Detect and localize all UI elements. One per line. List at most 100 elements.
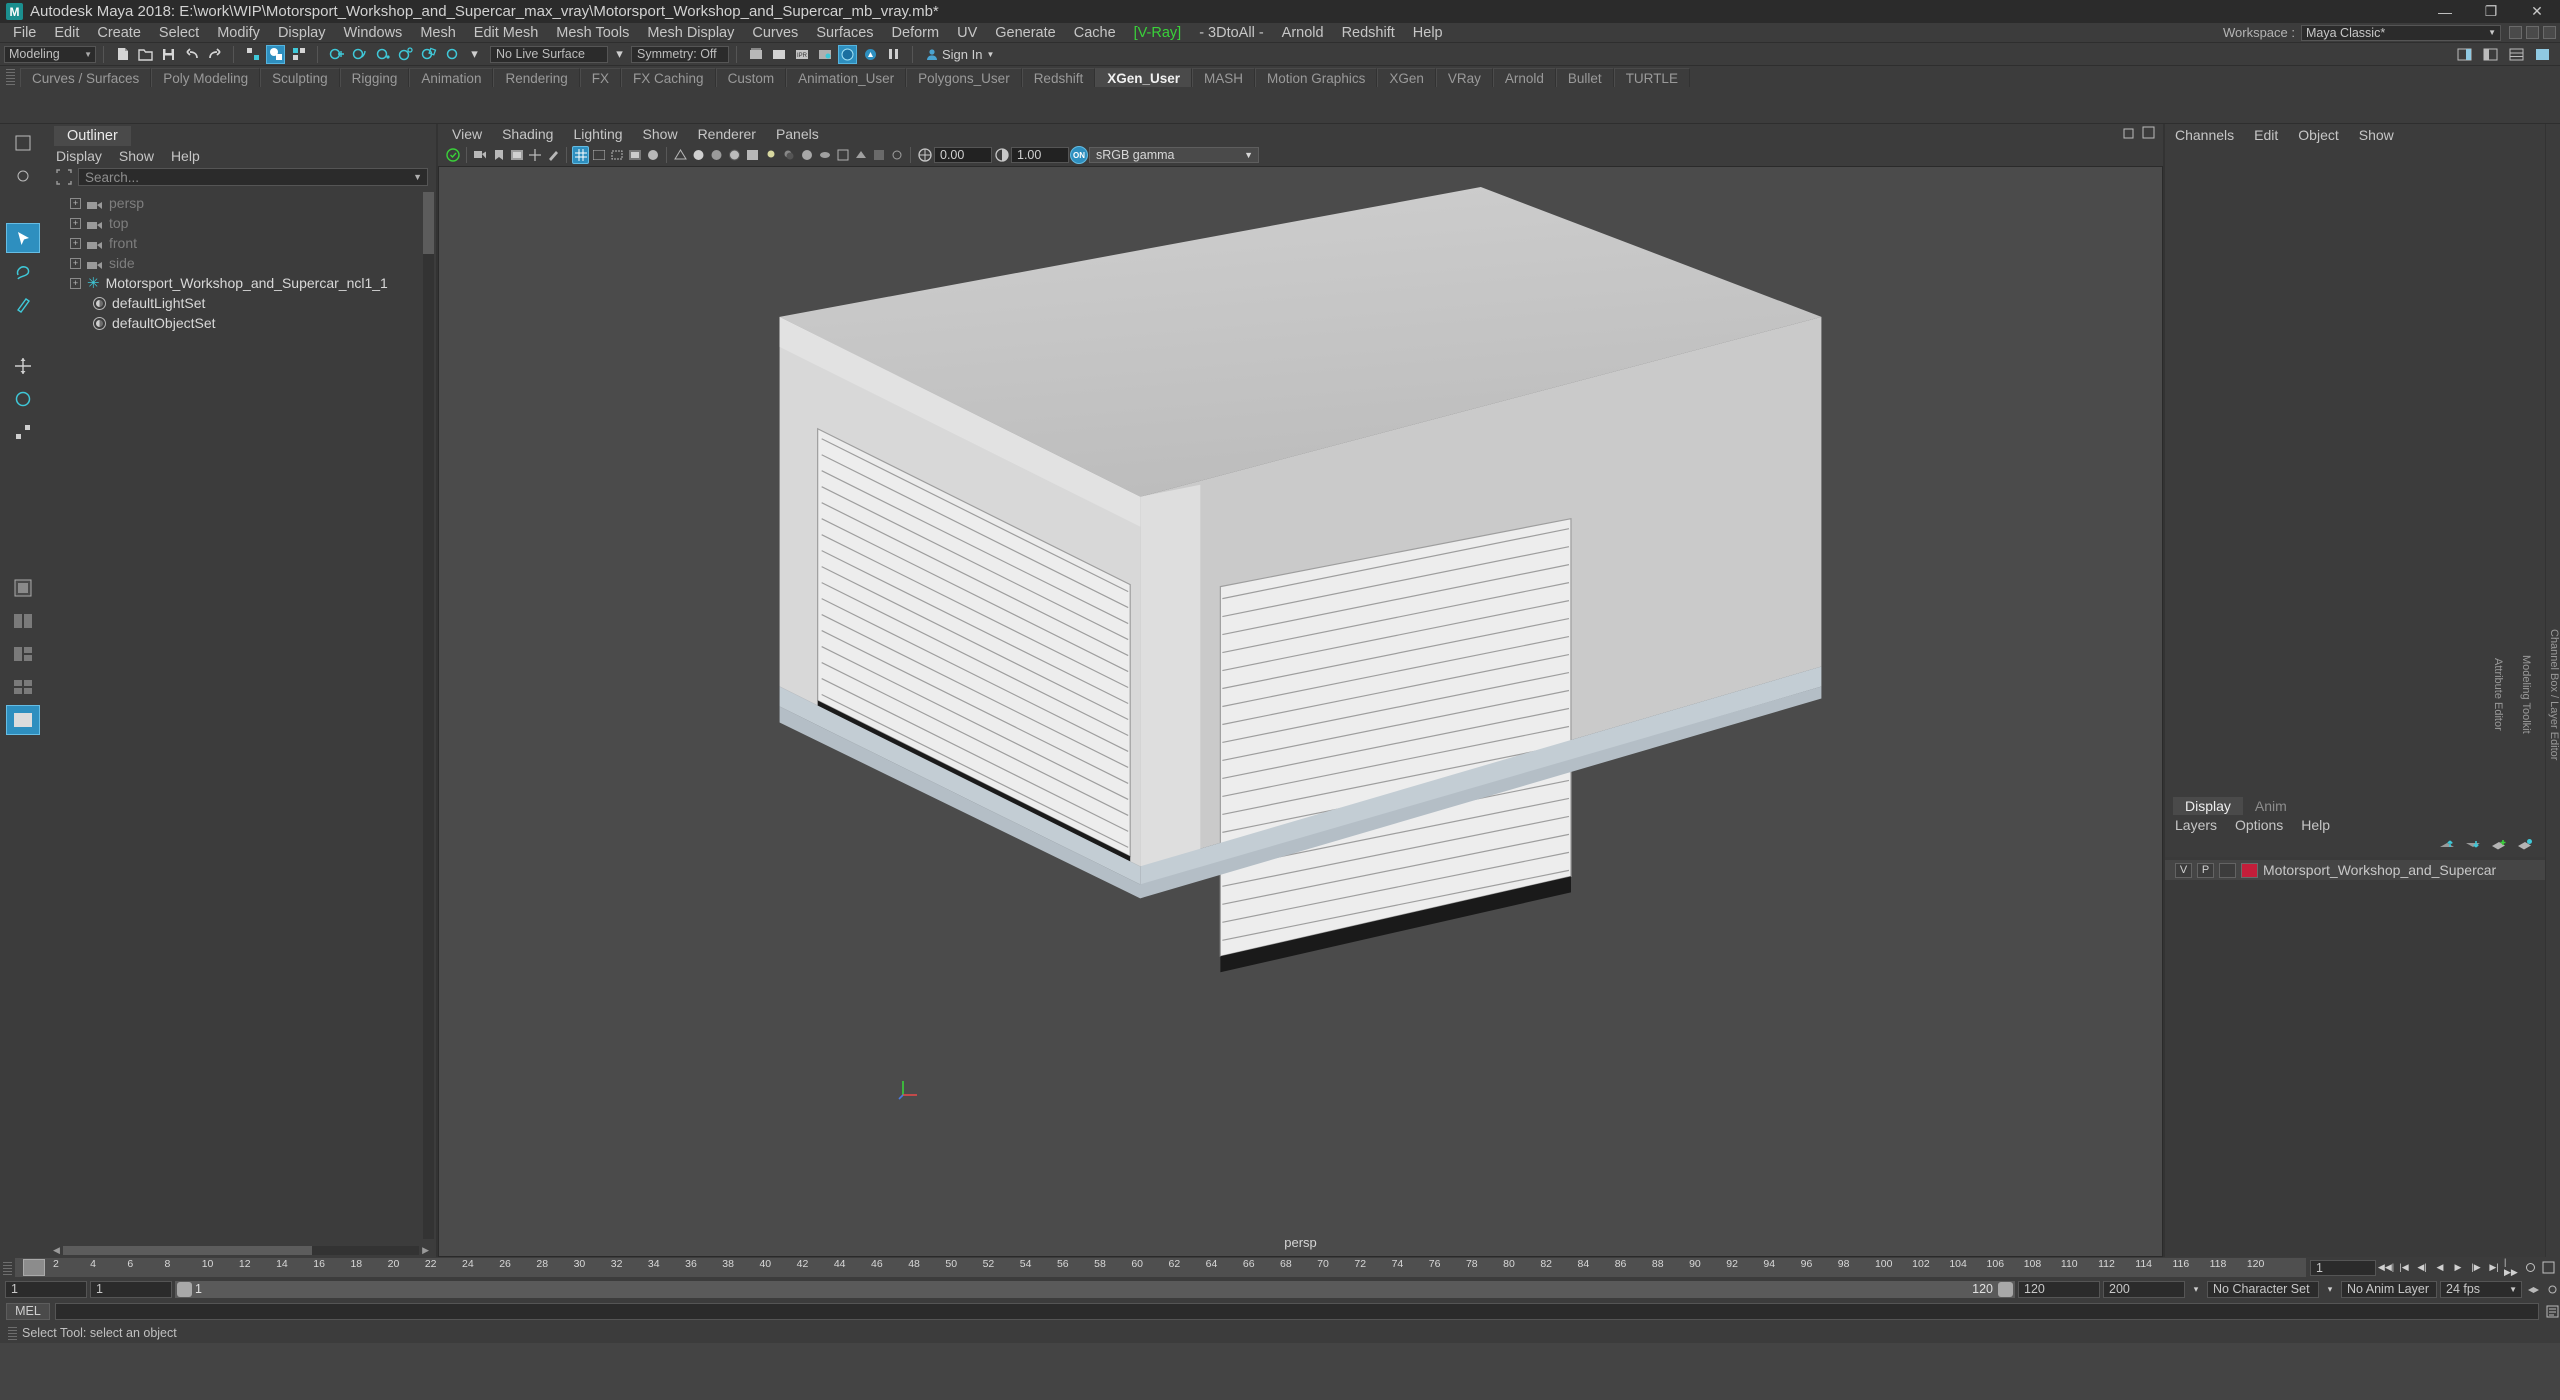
command-input[interactable] <box>55 1302 2539 1320</box>
range-end-handle[interactable] <box>1998 1281 2013 1297</box>
chevron-down-icon-2[interactable]: ▾ <box>610 45 629 64</box>
workspace-layout-icon-3[interactable] <box>2543 26 2556 39</box>
layer-menu-help[interactable]: Help <box>2301 817 2330 833</box>
shelf-tab-vray[interactable]: VRay <box>1435 68 1493 87</box>
exposure-field[interactable]: 0.00 <box>934 147 992 163</box>
bookmark-icon[interactable] <box>490 146 507 164</box>
menu-mesh-display[interactable]: Mesh Display <box>638 23 743 43</box>
render-settings-icon[interactable] <box>815 45 834 64</box>
paint-select-tool-icon[interactable] <box>6 289 40 319</box>
shelf-tab-xgen[interactable]: XGen <box>1377 68 1436 87</box>
outliner-vertical-scrollbar[interactable] <box>423 192 434 1239</box>
smooth-shade-selected-icon[interactable] <box>708 146 725 164</box>
create-layer-from-selected-icon[interactable] <box>2517 838 2533 855</box>
multisample-aa-icon[interactable] <box>834 146 851 164</box>
film-gate-icon[interactable] <box>590 146 607 164</box>
select-by-object-type-icon[interactable] <box>266 44 285 64</box>
menu-arnold[interactable]: Arnold <box>1273 23 1333 43</box>
anim-layer-field[interactable]: No Anim Layer <box>2341 1280 2437 1298</box>
menu-create[interactable]: Create <box>88 23 150 43</box>
chevron-down-icon[interactable]: ▾ <box>465 45 484 64</box>
help-line-grip[interactable] <box>8 1325 17 1340</box>
outliner-item-default-object-set[interactable]: defaultObjectSet <box>46 313 436 333</box>
range-slider[interactable]: 1 120 <box>175 1280 2015 1298</box>
animation-preferences-icon[interactable] <box>2540 1260 2556 1276</box>
show-hide-modeling-toolkit-icon[interactable] <box>2481 45 2500 64</box>
scroll-left-icon[interactable]: ◀ <box>50 1245 63 1256</box>
menu-vray[interactable]: [V-Ray] <box>1125 23 1191 43</box>
menu-modify[interactable]: Modify <box>208 23 269 43</box>
layout-4pane-icon[interactable] <box>6 672 40 702</box>
select-camera-icon[interactable] <box>444 146 461 164</box>
live-surface-field[interactable]: No Live Surface <box>490 45 608 63</box>
character-set-dropdown-icon[interactable]: ▾ <box>2322 1281 2338 1297</box>
depth-peeling-icon[interactable] <box>852 146 869 164</box>
shelf-tab-mash[interactable]: MASH <box>1192 68 1256 87</box>
shelf-tab-sculpting[interactable]: Sculpting <box>260 68 340 87</box>
redo-icon[interactable] <box>205 45 224 64</box>
exposure-icon[interactable] <box>916 146 933 164</box>
menu-file[interactable]: File <box>4 23 45 43</box>
animation-start-time-field[interactable]: 1 <box>5 1280 87 1298</box>
layer-tab-anim[interactable]: Anim <box>2242 797 2299 815</box>
expand-icon[interactable]: + <box>70 277 81 289</box>
create-new-layer-icon[interactable] <box>2491 838 2507 855</box>
dock-tab-modeling-toolkit[interactable]: Modeling Toolkit <box>2520 655 2532 734</box>
shelf-tab-polygons-user[interactable]: Polygons_User <box>906 68 1022 87</box>
shelf-tab-poly-modeling[interactable]: Poly Modeling <box>151 68 261 87</box>
render-current-frame-icon[interactable] <box>746 45 765 64</box>
menu-help[interactable]: Help <box>1404 23 1452 43</box>
move-tool-icon[interactable] <box>6 351 40 381</box>
menu-set-select[interactable]: Modeling ▼ <box>4 45 96 63</box>
layer-row[interactable]: V P Motorsport_Workshop_and_Supercar <box>2165 860 2545 880</box>
layout-2pane-icon[interactable] <box>6 606 40 636</box>
time-slider-playhead[interactable] <box>23 1259 45 1276</box>
menu-curves[interactable]: Curves <box>743 23 807 43</box>
viewport-menu-lighting[interactable]: Lighting <box>573 126 622 142</box>
shelf-tab-custom[interactable]: Custom <box>715 68 787 87</box>
workspace-layout-icon-2[interactable] <box>2526 26 2539 39</box>
shelf-tab-arnold[interactable]: Arnold <box>1492 68 1556 87</box>
outliner-item-default-light-set[interactable]: defaultLightSet <box>46 293 436 313</box>
use-all-lights-icon[interactable] <box>762 146 779 164</box>
expand-icon[interactable]: + <box>70 237 81 249</box>
ipr-render-icon[interactable]: IPR <box>792 45 811 64</box>
symmetry-field[interactable]: Symmetry: Off <box>631 45 729 63</box>
time-slider-grip[interactable] <box>3 1260 12 1275</box>
menu-edit-mesh[interactable]: Edit Mesh <box>465 23 547 43</box>
menu-redshift[interactable]: Redshift <box>1333 23 1404 43</box>
viewport-menu-panels[interactable]: Panels <box>776 126 819 142</box>
outliner-item-front[interactable]: + front <box>46 233 436 253</box>
minimize-button[interactable]: — <box>2422 0 2468 23</box>
shelf-tab-fx-caching[interactable]: FX Caching <box>621 68 716 87</box>
expand-icon[interactable]: + <box>70 217 81 229</box>
step-forward-key-icon[interactable]: ▶| <box>2486 1260 2502 1276</box>
shelf-tab-redshift[interactable]: Redshift <box>1021 68 1096 87</box>
snap-to-projected-center-icon[interactable] <box>396 45 415 64</box>
layer-playback-toggle[interactable]: P <box>2197 862 2214 878</box>
select-filter-icon[interactable] <box>56 169 72 185</box>
outliner-search-input[interactable]: Search... ▼ <box>78 168 428 186</box>
scale-tool-icon[interactable] <box>6 417 40 447</box>
channelbox-menu-object[interactable]: Object <box>2298 127 2338 143</box>
shelf-tab-curves-surfaces[interactable]: Curves / Surfaces <box>20 68 152 87</box>
outliner-item-top[interactable]: + top <box>46 213 436 233</box>
outliner-item-side[interactable]: + side <box>46 253 436 273</box>
recent-commands-icon[interactable] <box>6 128 40 158</box>
smooth-shade-all-icon[interactable] <box>690 146 707 164</box>
rotate-tool-icon[interactable] <box>6 384 40 414</box>
time-slider[interactable]: 2 4 6 8 10 12 14 16 18 20 22 24 26 28 30 32 34 36 38 40 42 44… <box>15 1258 2306 1277</box>
resolution-gate-icon[interactable] <box>608 146 625 164</box>
shelf-tab-turtle[interactable]: TURTLE <box>1613 68 1690 87</box>
sign-in-button[interactable]: Sign In ▼ <box>926 47 994 62</box>
shelf-grip-handle[interactable] <box>6 69 15 85</box>
xray-mode-icon[interactable] <box>870 146 887 164</box>
step-back-key-icon[interactable]: |◀ <box>2396 1260 2412 1276</box>
scrollbar-thumb[interactable] <box>423 192 434 254</box>
snap-to-curve-icon[interactable] <box>350 45 369 64</box>
step-back-frame-icon[interactable]: ◀| <box>2414 1260 2430 1276</box>
playback-end-time-field[interactable]: 120 <box>2018 1280 2100 1298</box>
channel-box-content[interactable] <box>2165 146 2545 795</box>
outliner-menu-show[interactable]: Show <box>119 148 154 164</box>
menu-deform[interactable]: Deform <box>883 23 949 43</box>
